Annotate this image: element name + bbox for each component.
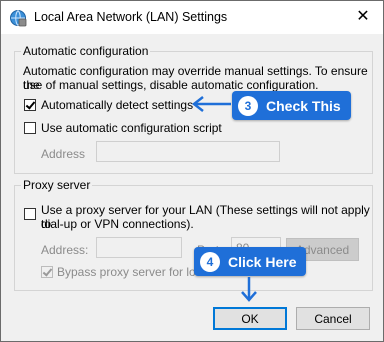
callout-click-here: 4 Click Here (194, 247, 307, 276)
auto-config-script-label[interactable]: Use automatic configuration script (41, 121, 222, 135)
arrow-left-icon (191, 96, 231, 112)
callout-3-text: Check This (266, 97, 341, 114)
callout-4-badge: 4 (200, 251, 220, 272)
ok-button[interactable]: OK (213, 307, 287, 330)
window-title: Local Area Network (LAN) Settings (34, 10, 228, 24)
script-address-label: Address (41, 147, 86, 161)
bypass-local-checkbox[interactable] (41, 266, 53, 278)
use-proxy-checkbox[interactable] (24, 208, 36, 220)
lan-settings-dialog: Local Area Network (LAN) Settings ✕ Auto… (0, 0, 384, 342)
script-address-input[interactable] (96, 141, 280, 162)
auto-detect-checkbox[interactable] (24, 99, 36, 111)
proxy-address-input[interactable] (96, 237, 182, 258)
callout-check-this: 3 Check This (232, 91, 351, 120)
arrow-down-icon (241, 277, 257, 302)
callout-3-badge: 3 (238, 95, 258, 116)
close-icon: ✕ (356, 8, 370, 25)
proxy-server-title: Proxy server (21, 178, 93, 192)
auto-config-script-checkbox[interactable] (24, 122, 36, 134)
proxy-address-label: Address: (41, 243, 89, 257)
proxy-server-group: Proxy server Use a proxy server for your… (14, 178, 373, 291)
automatic-configuration-title: Automatic configuration (21, 44, 151, 58)
title-bar: Local Area Network (LAN) Settings ✕ (1, 1, 383, 34)
auto-config-description-line2: use of manual settings, disable automati… (23, 78, 319, 92)
use-proxy-label-line2[interactable]: dial-up or VPN connections). (41, 217, 194, 231)
cancel-button[interactable]: Cancel (296, 307, 370, 330)
callout-4-text: Click Here (228, 253, 297, 270)
network-settings-icon (10, 10, 27, 27)
close-button[interactable]: ✕ (343, 1, 383, 31)
auto-detect-label[interactable]: Automatically detect settings (41, 98, 193, 112)
